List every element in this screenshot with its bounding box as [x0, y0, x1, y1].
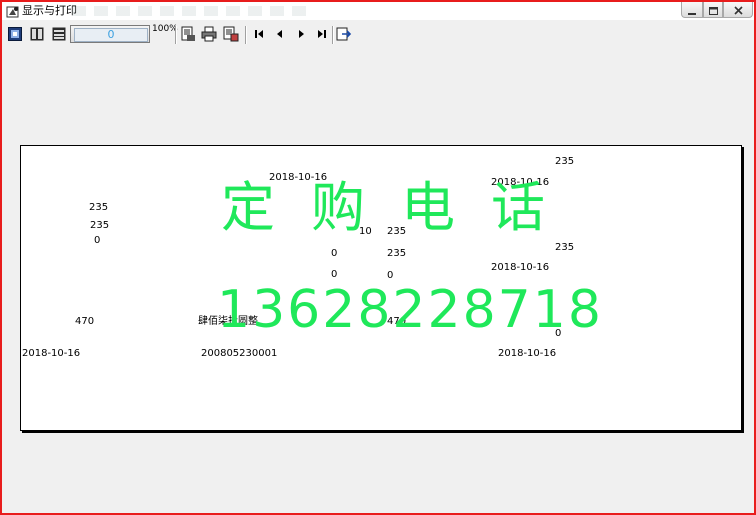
- actual-size-button[interactable]: [51, 26, 67, 42]
- zoom-track[interactable]: 0: [74, 28, 148, 42]
- app-icon: [6, 4, 20, 18]
- date-field: 2018-10-16: [22, 348, 81, 359]
- value-field: 0: [94, 235, 101, 246]
- fit-width-button[interactable]: [29, 26, 45, 42]
- prev-page-icon: [274, 28, 286, 40]
- fit-page-icon: [8, 27, 22, 41]
- next-page-icon: [295, 28, 307, 40]
- fit-page-button[interactable]: [7, 26, 23, 42]
- total-field: 470: [75, 316, 95, 327]
- close-icon: [733, 2, 743, 19]
- app-window: 显示与打印 0 100% 235 2018-10-16 2018-10-16 2…: [0, 0, 756, 515]
- fit-width-icon: [30, 27, 44, 41]
- zoom-value: 0: [107, 28, 115, 41]
- title-bar[interactable]: 显示与打印: [2, 2, 754, 20]
- value-field: 0: [331, 248, 338, 259]
- zoom-label: 100%: [152, 24, 178, 34]
- last-page-button[interactable]: [314, 26, 330, 42]
- prev-page-button[interactable]: [272, 26, 288, 42]
- amount-field: 235: [387, 248, 407, 259]
- last-page-icon: [316, 28, 328, 40]
- amount-field: 235: [90, 220, 110, 231]
- date-field: 2018-10-16: [491, 262, 550, 273]
- zoom-control[interactable]: 0: [70, 25, 150, 43]
- print-preview-page: 235 2018-10-16 2018-10-16 235 235 10 235…: [20, 145, 742, 431]
- maximize-button[interactable]: [703, 2, 723, 18]
- toolbar-separator: [245, 26, 247, 44]
- amount-field: 235: [555, 156, 575, 167]
- first-page-icon: [253, 28, 265, 40]
- print-preview-icon: [223, 26, 239, 42]
- amount-field: 235: [89, 202, 109, 213]
- print-setup-button[interactable]: [180, 26, 196, 42]
- close-button[interactable]: [723, 2, 753, 18]
- print-button[interactable]: [201, 26, 217, 42]
- amount-field: 235: [555, 242, 575, 253]
- exit-button[interactable]: [336, 26, 352, 42]
- document-number-field: 200805230001: [201, 348, 278, 359]
- print-icon: [201, 26, 217, 42]
- toolbar-separator: [332, 26, 334, 44]
- next-page-button[interactable]: [293, 26, 309, 42]
- toolbar: 0 100%: [2, 22, 754, 48]
- exit-icon: [336, 26, 352, 42]
- window-title: 显示与打印: [22, 4, 77, 17]
- watermark-phone-number: 13628228718: [217, 280, 603, 340]
- print-setup-icon: [180, 26, 196, 42]
- print-preview-button[interactable]: [223, 26, 239, 42]
- minimize-icon: [688, 2, 696, 19]
- first-page-button[interactable]: [251, 26, 267, 42]
- watermark-order-hotline: 定购电话: [221, 176, 581, 239]
- maximize-icon: [708, 2, 718, 19]
- date-field: 2018-10-16: [498, 348, 557, 359]
- actual-size-icon: [52, 27, 66, 41]
- minimize-button[interactable]: [681, 2, 703, 18]
- toolbar-separator: [175, 26, 177, 44]
- title-decoration: [72, 6, 312, 16]
